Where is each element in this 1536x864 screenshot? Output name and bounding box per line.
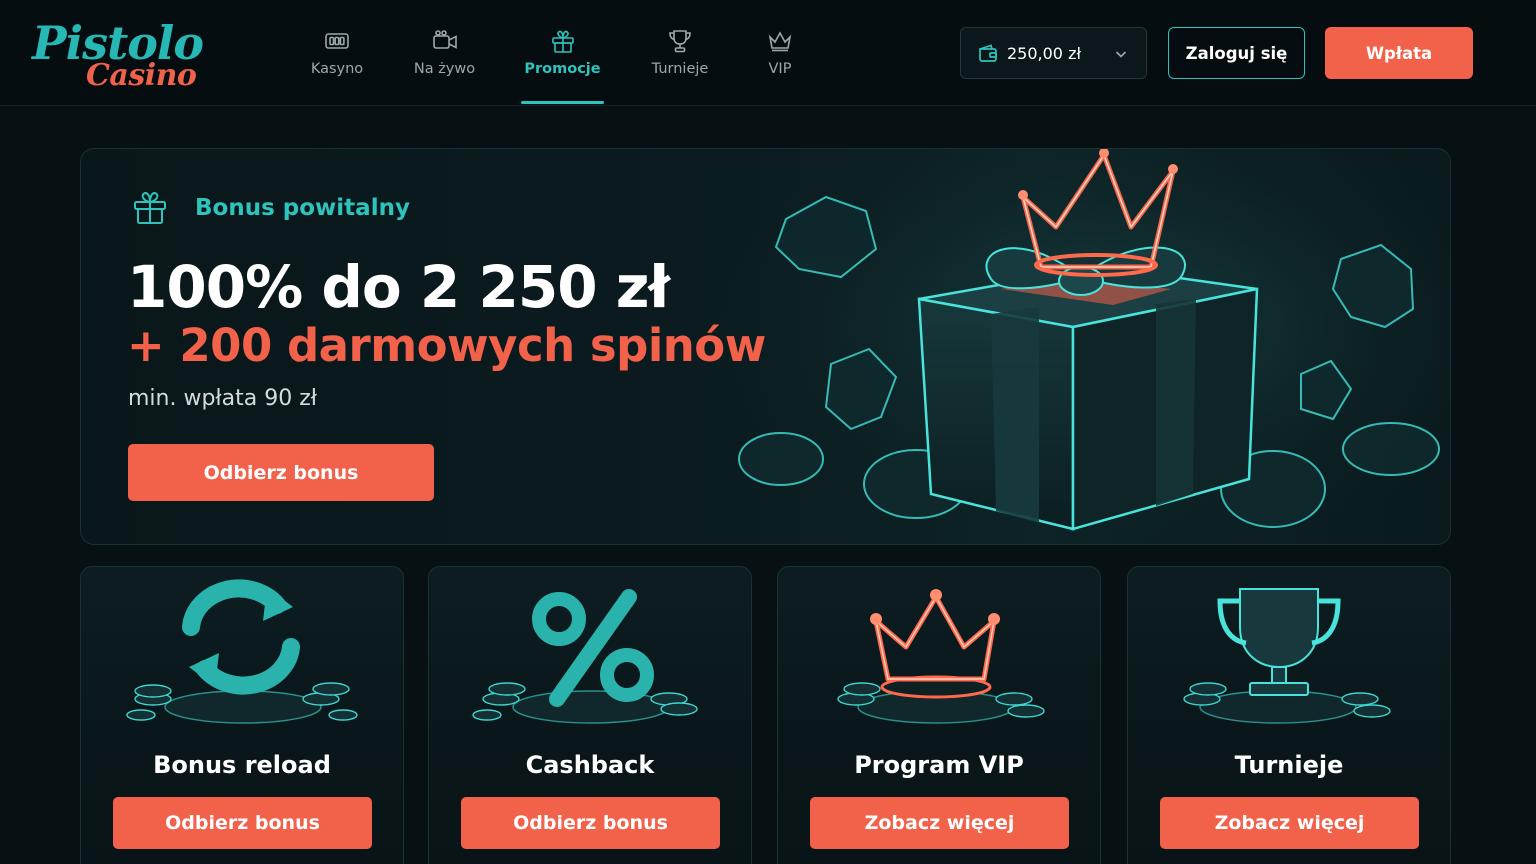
promo-card-reload[interactable]: Bonus reload Odbierz bonus	[80, 566, 404, 864]
welcome-bonus-banner: Bonus powitalny 100% do 2 250 zł + 200 d…	[80, 148, 1451, 545]
nav-label: Kasyno	[310, 61, 364, 77]
nav-item-vip[interactable]: VIP	[758, 0, 802, 104]
nav-item-kasyno[interactable]: Kasyno	[296, 0, 378, 104]
promo-title: Program VIP	[854, 751, 1024, 779]
nav-item-na-zywo[interactable]: Na żywo	[408, 0, 481, 104]
promo-title: Turnieje	[1234, 751, 1344, 779]
deposit-button[interactable]: Wpłata	[1325, 27, 1473, 79]
nav-item-turnieje[interactable]: Turnieje	[646, 0, 714, 104]
hero-tag-label: Bonus powitalny	[195, 195, 410, 221]
tournaments-more-button[interactable]: Zobacz więcej	[1160, 797, 1419, 849]
hero-title: 100% do 2 250 zł	[127, 253, 670, 321]
trophy-icon	[1183, 588, 1391, 724]
slot-machine-icon	[325, 33, 349, 49]
claim-cashback-button[interactable]: Odbierz bonus	[461, 797, 720, 849]
hero-subtitle: + 200 darmowych spinów	[127, 319, 766, 372]
promo-card-tournaments[interactable]: Turnieje Zobacz więcej	[1127, 566, 1451, 864]
promo-title: Cashback	[525, 751, 655, 779]
site-logo[interactable]: Pistolo Casino	[30, 14, 204, 94]
top-header: Pistolo Casino Kasyno Na żywo Promocje T…	[0, 0, 1536, 106]
crown-icon	[768, 31, 792, 52]
promo-card-vip[interactable]: Program VIP Zobacz więcej	[777, 566, 1101, 864]
gift-icon	[134, 192, 166, 224]
balance-dropdown[interactable]: 250,00 zł	[960, 27, 1147, 79]
hero-min-deposit-note: min. wpłata 90 zł	[128, 386, 318, 411]
hero-tag: Bonus powitalny	[131, 189, 410, 227]
nav-item-promocje[interactable]: Promocje	[521, 0, 604, 104]
nav-label: Na żywo	[413, 61, 476, 77]
crown-icon	[837, 589, 1045, 724]
chevron-down-icon	[1115, 51, 1127, 58]
nav-label: Promocje	[524, 61, 601, 77]
vip-more-button[interactable]: Zobacz więcej	[810, 797, 1069, 849]
gift-icon	[551, 30, 574, 53]
promo-title: Bonus reload	[153, 751, 331, 779]
gift-box-crown-illustration	[701, 149, 1450, 544]
balance-amount: 250,00 zł	[1007, 43, 1082, 63]
reload-arrows-icon	[126, 579, 358, 724]
nav-label: Turnieje	[651, 61, 709, 77]
wallet-icon	[979, 44, 997, 62]
login-button[interactable]: Zaloguj się	[1168, 27, 1305, 79]
claim-welcome-bonus-button[interactable]: Odbierz bonus	[128, 444, 434, 501]
claim-reload-bonus-button[interactable]: Odbierz bonus	[113, 797, 372, 849]
live-camera-icon	[432, 30, 457, 49]
percent-icon	[472, 589, 698, 724]
promo-card-cashback[interactable]: Cashback Odbierz bonus	[428, 566, 752, 864]
logo-subtitle: Casino	[86, 58, 197, 93]
trophy-icon	[669, 30, 691, 53]
nav-label: VIP	[768, 61, 792, 77]
